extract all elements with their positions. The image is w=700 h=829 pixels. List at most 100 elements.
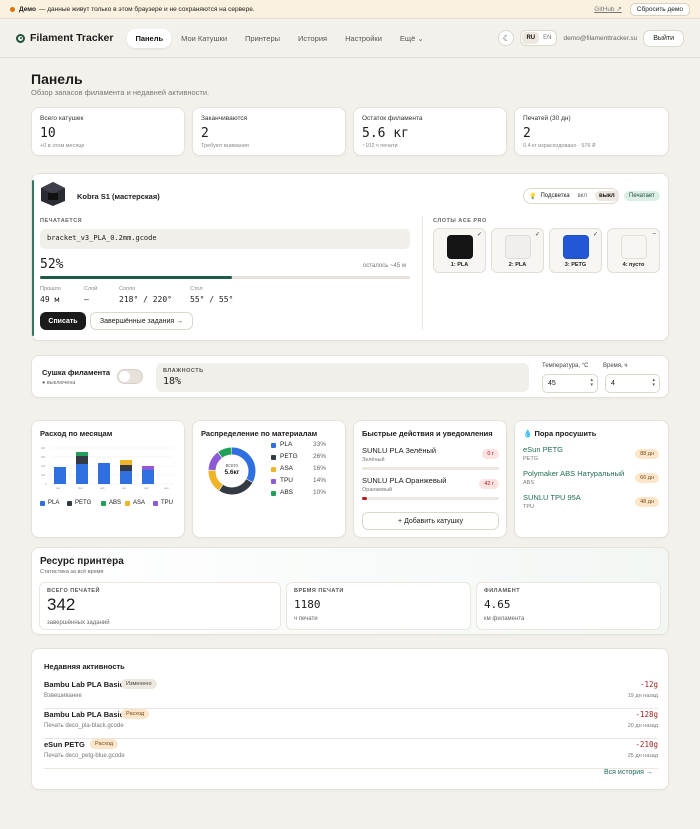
dry-title: 💧 Пора просушить bbox=[523, 429, 596, 438]
tab-more[interactable]: Ещё ⌄ bbox=[392, 29, 432, 48]
material-swatch bbox=[271, 455, 276, 460]
spool-remaining-fill bbox=[362, 497, 368, 500]
metric-value: — bbox=[84, 295, 89, 304]
metric-label: Сопло bbox=[119, 286, 136, 292]
activity-weight: -210g bbox=[635, 740, 658, 749]
ace-slot[interactable]: ✓ 3: PETG bbox=[549, 228, 602, 273]
light-on-option[interactable]: вкл bbox=[574, 191, 591, 201]
ace-slot[interactable]: ✓ 1: PLA bbox=[433, 228, 486, 273]
dry-title-label: Пора просушить bbox=[534, 429, 597, 438]
activity-description: Печать deco_petg-blue.gcode bbox=[44, 753, 125, 759]
logout-button[interactable]: Выйти bbox=[643, 29, 684, 47]
tab-printers[interactable]: Принтеры bbox=[237, 29, 288, 48]
slot-check-icon: ✓ bbox=[534, 232, 540, 238]
ace-slot[interactable]: – 4: пусто bbox=[607, 228, 660, 273]
svg-text:0: 0 bbox=[45, 483, 47, 486]
activity-type-badge: Расход bbox=[121, 709, 150, 719]
light-label: Подсветка bbox=[540, 193, 570, 199]
quick-title: Быстрые действия и уведомления bbox=[362, 429, 493, 438]
legend-label: PLA bbox=[48, 500, 60, 506]
materials-title: Распределение по материалам bbox=[201, 429, 318, 438]
resource-title: Ресурс принтера bbox=[40, 556, 124, 567]
top-nav: Filament Tracker Панель Мои Катушки Прин… bbox=[0, 19, 700, 58]
lang-en[interactable]: EN bbox=[539, 32, 555, 44]
activity-row[interactable]: Bambu Lab PLA Basic Изменено Взвешивание -1… bbox=[44, 679, 658, 709]
material-row: ABS 10% bbox=[271, 489, 326, 499]
write-off-button[interactable]: Списать bbox=[40, 312, 86, 330]
github-link[interactable]: GitHub ↗ bbox=[594, 5, 621, 13]
slot-check-icon: ✓ bbox=[592, 232, 598, 238]
reset-demo-button[interactable]: Сбросить демо bbox=[629, 2, 690, 16]
tab-more-label: Ещё bbox=[399, 33, 416, 43]
metric-value: 49 м bbox=[40, 295, 60, 304]
temp-input[interactable]: 45 ▴ ▾ bbox=[542, 374, 598, 393]
resource-box-filament: ФИЛАМЕНТ 4.65 км филамента bbox=[476, 582, 661, 630]
stat-hint: Требуют внимания bbox=[201, 143, 249, 149]
stepper-icon: ▴ ▾ bbox=[590, 377, 593, 388]
resource-value: 1180 bbox=[294, 598, 321, 611]
spool-color: Зелёный bbox=[362, 457, 385, 463]
activity-row[interactable]: Bambu Lab PLA Basic Расход Печать deco_pla… bbox=[44, 709, 658, 739]
tab-dashboard[interactable]: Панель bbox=[127, 28, 172, 48]
resource-caption: ВСЕГО ПЕЧАТЕЙ bbox=[47, 588, 100, 594]
material-swatch bbox=[271, 479, 276, 484]
legend-item: TPU bbox=[153, 500, 173, 506]
stat-value: 5.6 кг bbox=[362, 126, 409, 141]
humidity-box: ВЛАЖНОСТЬ 18% bbox=[156, 363, 529, 392]
activity-type-badge: Изменено bbox=[121, 679, 157, 689]
temp-label: Температура, °C bbox=[542, 363, 589, 369]
slot-swatch bbox=[447, 235, 473, 259]
material-name: PLA bbox=[280, 441, 293, 448]
materials-card: Распределение по материалам всего 5.6кг … bbox=[192, 420, 346, 538]
svg-text:июн: июн bbox=[164, 487, 169, 490]
dryer-title: Сушка филамента bbox=[42, 368, 111, 377]
low-spool-item[interactable]: SUNLU PLA Оранжевый Оранжевый 42 г bbox=[362, 476, 499, 500]
material-row: TPU 14% bbox=[271, 477, 326, 487]
slot-swatch bbox=[505, 235, 531, 259]
low-spool-item[interactable]: SUNLU PLA Зелёный Зелёный 0 г bbox=[362, 446, 499, 470]
completed-jobs-button[interactable]: Завершённые задания → bbox=[90, 312, 193, 330]
dry-item[interactable]: Polymaker ABS Натуральный ABS 66 дн bbox=[523, 469, 659, 486]
activity-spool-name: eSun PETG bbox=[44, 740, 85, 749]
material-swatch bbox=[271, 443, 276, 448]
activity-time: 19 дн назад bbox=[627, 693, 658, 699]
all-history-link[interactable]: Вся история → bbox=[604, 769, 653, 776]
light-off-option[interactable]: выкл bbox=[595, 191, 619, 201]
material-name: ABS bbox=[280, 489, 294, 496]
lang-ru[interactable]: RU bbox=[522, 32, 540, 44]
remaining-time: осталось ~45 м bbox=[363, 263, 407, 269]
dryer-toggle[interactable] bbox=[117, 369, 143, 384]
progress-bar bbox=[40, 276, 410, 279]
slot-label: 4: пусто bbox=[622, 262, 645, 268]
slot-label: 2: PLA bbox=[508, 262, 527, 268]
tab-settings[interactable]: Настройки bbox=[337, 29, 390, 48]
svg-text:фев: фев bbox=[78, 487, 83, 490]
activity-spool-name: Bambu Lab PLA Basic bbox=[44, 710, 124, 719]
metric-nozzle: Сопло 218° / 220° bbox=[119, 286, 172, 304]
theme-toggle-button[interactable]: ☾ bbox=[498, 30, 515, 46]
stat-card-prints: Печатей (30 дн) 2 0.4 кг израсходовано ·… bbox=[514, 107, 669, 156]
dry-item[interactable]: SUNLU TPU 95A TPU 48 дн bbox=[523, 493, 659, 510]
resource-hint: км филамента bbox=[484, 616, 525, 622]
resource-value: 4.65 bbox=[484, 598, 511, 611]
svg-text:100: 100 bbox=[41, 474, 46, 477]
brand[interactable]: Filament Tracker bbox=[30, 32, 113, 44]
ace-caption: СЛОТЫ ACE PRO bbox=[433, 218, 487, 224]
add-spool-button[interactable]: + Добавить катушку bbox=[362, 512, 499, 530]
activity-row[interactable]: eSun PETG Расход Печать deco_petg-blue.gco… bbox=[44, 739, 658, 769]
stat-card-low: Заканчиваются 2 Требуют внимания bbox=[192, 107, 346, 156]
time-input[interactable]: 4 ▴ ▾ bbox=[605, 374, 660, 393]
spool-color: Оранжевый bbox=[362, 487, 393, 493]
svg-text:янв: янв bbox=[56, 487, 61, 490]
ace-slot[interactable]: ✓ 2: PLA bbox=[491, 228, 544, 273]
resource-box-time: ВРЕМЯ ПЕЧАТИ 1180 ч печати bbox=[286, 582, 471, 630]
progress-fill bbox=[40, 276, 233, 279]
tab-spools[interactable]: Мои Катушки bbox=[173, 29, 235, 48]
legend-item: PLA bbox=[40, 500, 59, 506]
dryer-state: ● выключена bbox=[42, 380, 75, 386]
activity-weight: -12g bbox=[639, 680, 658, 689]
printer-image bbox=[41, 182, 65, 206]
dry-item[interactable]: eSun PETG PETG 88 дн bbox=[523, 445, 659, 462]
humidity-caption: ВЛАЖНОСТЬ bbox=[163, 368, 204, 374]
tab-history[interactable]: История bbox=[290, 29, 335, 48]
